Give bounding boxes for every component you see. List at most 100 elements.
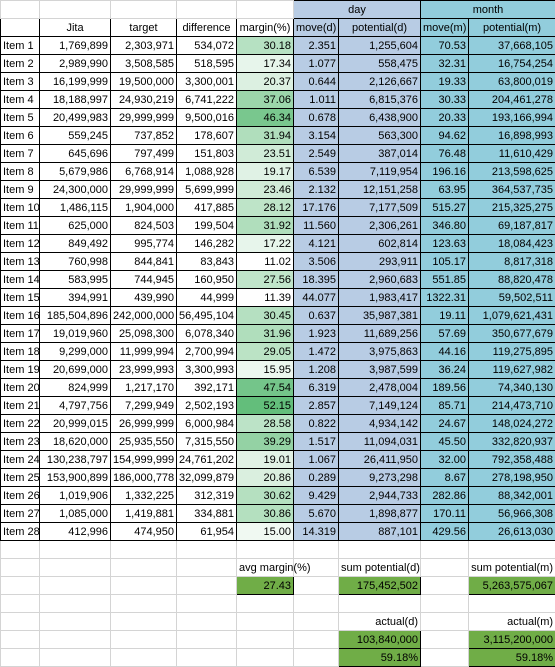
move-d-cell[interactable]: 1.011 (294, 91, 339, 109)
jita-cell[interactable]: 849,492 (40, 235, 111, 253)
target-cell[interactable]: 25,098,300 (111, 325, 177, 343)
header-margin[interactable]: margin(%) (237, 19, 294, 37)
jita-cell[interactable]: 1,769,899 (40, 37, 111, 55)
cell[interactable] (237, 1, 294, 19)
header-difference[interactable]: difference (177, 19, 237, 37)
jita-cell[interactable]: 20,699,000 (40, 361, 111, 379)
move-d-cell[interactable]: 2.549 (294, 145, 339, 163)
row-label[interactable]: Item 14 (1, 271, 40, 289)
difference-cell[interactable]: 178,607 (177, 127, 237, 145)
cell[interactable] (111, 1, 177, 19)
target-cell[interactable]: 19,500,000 (111, 73, 177, 91)
move-d-cell[interactable]: 18.395 (294, 271, 339, 289)
margin-cell[interactable]: 17.34 (237, 55, 294, 73)
difference-cell[interactable]: 392,171 (177, 379, 237, 397)
potential-d-cell[interactable]: 11,094,031 (339, 433, 421, 451)
row-label[interactable]: Item 10 (1, 199, 40, 217)
margin-cell[interactable]: 46.34 (237, 109, 294, 127)
jita-cell[interactable]: 583,995 (40, 271, 111, 289)
difference-cell[interactable]: 151,803 (177, 145, 237, 163)
potential-m-cell[interactable]: 11,610,429 (469, 145, 555, 163)
target-cell[interactable]: 6,768,914 (111, 163, 177, 181)
difference-cell[interactable]: 7,315,550 (177, 433, 237, 451)
potential-m-cell[interactable]: 350,677,679 (469, 325, 555, 343)
difference-cell[interactable]: 334,881 (177, 505, 237, 523)
move-d-cell[interactable]: 44.077 (294, 289, 339, 307)
margin-cell[interactable]: 23.46 (237, 181, 294, 199)
margin-cell[interactable]: 23.51 (237, 145, 294, 163)
row-label[interactable]: Item 16 (1, 307, 40, 325)
row-label[interactable]: Item 22 (1, 415, 40, 433)
difference-cell[interactable]: 518,595 (177, 55, 237, 73)
margin-cell[interactable]: 19.01 (237, 451, 294, 469)
potential-m-cell[interactable]: 59,502,511 (469, 289, 555, 307)
potential-m-cell[interactable]: 16,754,254 (469, 55, 555, 73)
target-cell[interactable]: 26,999,999 (111, 415, 177, 433)
target-cell[interactable]: 29,999,999 (111, 109, 177, 127)
difference-cell[interactable]: 417,885 (177, 199, 237, 217)
margin-cell[interactable]: 19.17 (237, 163, 294, 181)
potential-m-cell[interactable]: 1,079,621,431 (469, 307, 555, 325)
potential-m-cell[interactable]: 63,800,019 (469, 73, 555, 91)
move-d-cell[interactable]: 2.351 (294, 37, 339, 55)
sum-potential-d-value[interactable]: 175,452,502 (339, 577, 421, 595)
difference-cell[interactable]: 6,078,340 (177, 325, 237, 343)
move-m-cell[interactable]: 123.63 (421, 235, 469, 253)
target-cell[interactable]: 439,990 (111, 289, 177, 307)
move-m-cell[interactable]: 30.33 (421, 91, 469, 109)
move-d-cell[interactable]: 0.644 (294, 73, 339, 91)
potential-d-cell[interactable]: 558,475 (339, 55, 421, 73)
margin-cell[interactable]: 11.02 (237, 253, 294, 271)
potential-m-cell[interactable]: 214,473,710 (469, 397, 555, 415)
difference-cell[interactable]: 534,072 (177, 37, 237, 55)
header-potential-m[interactable]: potential(m) (469, 19, 555, 37)
target-cell[interactable]: 797,499 (111, 145, 177, 163)
actual-m-pct[interactable]: 59.18% (469, 649, 555, 667)
potential-m-cell[interactable]: 364,537,735 (469, 181, 555, 199)
move-m-cell[interactable]: 196.16 (421, 163, 469, 181)
move-m-cell[interactable]: 8.67 (421, 469, 469, 487)
jita-cell[interactable]: 559,245 (40, 127, 111, 145)
move-m-cell[interactable]: 189.56 (421, 379, 469, 397)
cell[interactable] (1, 1, 40, 19)
margin-cell[interactable]: 30.45 (237, 307, 294, 325)
target-cell[interactable]: 3,508,585 (111, 55, 177, 73)
jita-cell[interactable]: 760,998 (40, 253, 111, 271)
move-m-cell[interactable]: 45.50 (421, 433, 469, 451)
potential-m-cell[interactable]: 148,024,272 (469, 415, 555, 433)
row-label[interactable]: Item 20 (1, 379, 40, 397)
row-label[interactable]: Item 5 (1, 109, 40, 127)
potential-d-cell[interactable]: 7,177,509 (339, 199, 421, 217)
potential-m-cell[interactable]: 88,342,001 (469, 487, 555, 505)
margin-cell[interactable]: 37.06 (237, 91, 294, 109)
move-d-cell[interactable]: 5.670 (294, 505, 339, 523)
potential-m-cell[interactable]: 215,325,275 (469, 199, 555, 217)
header-cell[interactable] (1, 19, 40, 37)
difference-cell[interactable]: 160,950 (177, 271, 237, 289)
potential-m-cell[interactable]: 26,613,030 (469, 523, 555, 541)
cell[interactable] (177, 1, 237, 19)
jita-cell[interactable]: 412,996 (40, 523, 111, 541)
sum-potential-m-value[interactable]: 5,263,575,067 (469, 577, 555, 595)
jita-cell[interactable]: 20,999,015 (40, 415, 111, 433)
potential-d-cell[interactable]: 387,014 (339, 145, 421, 163)
row-label[interactable]: Item 19 (1, 361, 40, 379)
actual-m-value[interactable]: 3,115,200,000 (469, 631, 555, 649)
move-d-cell[interactable]: 11.560 (294, 217, 339, 235)
move-d-cell[interactable]: 0.678 (294, 109, 339, 127)
move-d-cell[interactable]: 3.154 (294, 127, 339, 145)
margin-cell[interactable]: 30.18 (237, 37, 294, 55)
row-label[interactable]: Item 17 (1, 325, 40, 343)
difference-cell[interactable]: 3,300,993 (177, 361, 237, 379)
potential-m-cell[interactable]: 119,627,982 (469, 361, 555, 379)
jita-cell[interactable]: 645,696 (40, 145, 111, 163)
margin-cell[interactable]: 17.22 (237, 235, 294, 253)
actual-d-label[interactable]: actual(d) (339, 613, 421, 631)
row-label[interactable]: Item 11 (1, 217, 40, 235)
margin-cell[interactable]: 31.92 (237, 217, 294, 235)
jita-cell[interactable]: 153,900,899 (40, 469, 111, 487)
move-m-cell[interactable]: 551.85 (421, 271, 469, 289)
day-group-header[interactable]: day (294, 1, 421, 19)
row-label[interactable]: Item 1 (1, 37, 40, 55)
difference-cell[interactable]: 3,300,001 (177, 73, 237, 91)
